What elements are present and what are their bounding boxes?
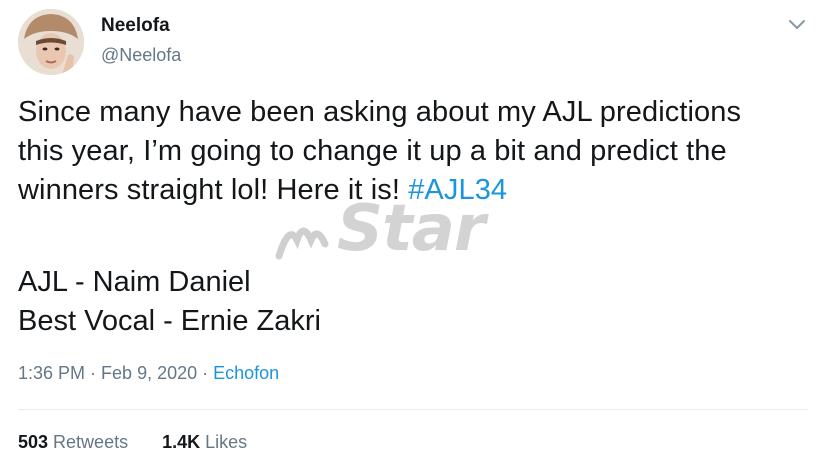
meta-separator: · [85, 363, 102, 383]
likes-stat[interactable]: 1.4K Likes [162, 432, 247, 452]
retweets-label: Retweets [48, 432, 129, 452]
avatar[interactable] [18, 9, 84, 75]
tweet-text-fragment: winners straight lol! Here it is! [18, 174, 409, 206]
tweet-time[interactable]: 1:36 PM [18, 363, 85, 383]
likes-label: Likes [200, 432, 248, 452]
prediction-line: Best Vocal - Ernie Zakri [18, 305, 321, 337]
retweets-count: 503 [18, 432, 49, 452]
tweet-text-line: Since many have been asking about my AJL… [18, 96, 742, 128]
divider [18, 409, 808, 410]
tweet-date[interactable]: Feb 9, 2020 [101, 363, 197, 383]
user-handle[interactable]: @Neelofa [101, 45, 181, 66]
tweet-meta: 1:36 PM · Feb 9, 2020 · Echofon [18, 363, 279, 384]
prediction-line: AJL - Naim Daniel [18, 266, 251, 298]
tweet-stats: 503 Retweets 1.4K Likes [18, 432, 247, 453]
retweets-stat[interactable]: 503 Retweets [18, 432, 128, 452]
display-name[interactable]: Neelofa [101, 15, 170, 37]
tweet-text-line: this year, I’m going to change it up a b… [18, 135, 727, 167]
meta-separator: · [197, 363, 214, 383]
tweet-text: Since many have been asking about my AJL… [18, 93, 818, 210]
hashtag-link[interactable]: #AJL34 [408, 174, 507, 206]
mstar-logo [275, 227, 329, 260]
source-link[interactable]: Echofon [213, 363, 279, 383]
tweet-text-line: winners straight lol! Here it is! #AJL34 [18, 171, 818, 210]
chevron-down-icon[interactable] [786, 17, 808, 33]
tweet-card: Neelofa @Neelofa Since many have been as… [0, 0, 830, 465]
likes-count: 1.4K [162, 432, 201, 452]
